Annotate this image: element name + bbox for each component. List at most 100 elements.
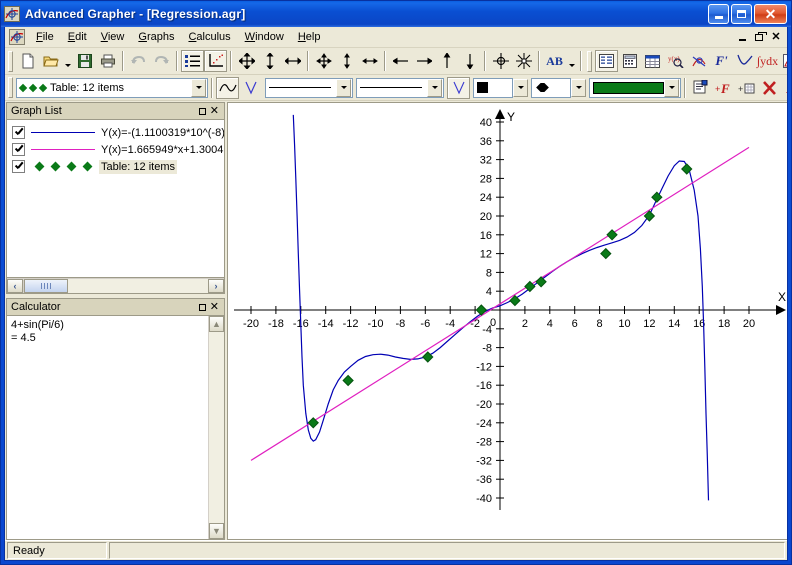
extrema-button[interactable] [733, 50, 756, 72]
graph-list-maximize-button[interactable] [199, 108, 206, 115]
mdi-restore-button[interactable] [751, 30, 767, 44]
marker-style-combo[interactable] [531, 78, 571, 98]
pan-button[interactable] [235, 50, 258, 72]
scroll-down-arrow[interactable]: ▼ [209, 523, 224, 539]
marker-shape-dropdown[interactable] [513, 79, 528, 97]
mdi-close-button[interactable]: ✕ [768, 30, 784, 44]
function-graph-button[interactable] [216, 77, 239, 99]
scroll-up-button[interactable] [435, 50, 458, 72]
calculator-vscrollbar[interactable]: ▲ ▼ [208, 316, 224, 539]
document-icon[interactable] [9, 29, 25, 45]
object-combo[interactable]: Table: 12 items [16, 78, 208, 98]
value-finder-button[interactable]: y(x) [664, 50, 687, 72]
new-document-button[interactable] [16, 50, 39, 72]
print-button[interactable] [96, 50, 119, 72]
scroll-left-button[interactable] [389, 50, 412, 72]
object-combo-dropdown[interactable] [191, 79, 206, 97]
graph-list-item-0[interactable]: Y(x)=-(1.1100319*10^(-8) [7, 124, 224, 141]
object-properties-button[interactable] [689, 77, 712, 99]
graph-list-checkbox-2[interactable] [12, 160, 25, 173]
toolbar-grip[interactable] [8, 51, 13, 72]
stretch-vertical-button[interactable] [258, 50, 281, 72]
toolbar-separator [307, 51, 309, 71]
close-button[interactable]: ✕ [754, 4, 787, 24]
menu-item-edit[interactable]: Edit [61, 29, 94, 46]
graph-list-hscrollbar[interactable]: ‹ › [6, 278, 225, 294]
integral-button[interactable]: ∫ydx [756, 50, 779, 72]
graph-list-body[interactable]: Y(x)=-(1.1100319*10^(-8) Y(x)=1.665949*x… [6, 119, 225, 278]
svg-text:4: 4 [486, 286, 492, 298]
main-body: Graph List ✕ Y(x)=-(1.1100319*10^(-8) [5, 101, 787, 540]
toolbar-grip-2[interactable] [587, 51, 592, 72]
minimize-button[interactable] [708, 4, 729, 24]
derivative-button[interactable]: F' [710, 50, 733, 72]
menu-item-file[interactable]: File [29, 29, 61, 46]
undo-button[interactable] [127, 50, 150, 72]
calculator-close-button[interactable]: ✕ [210, 303, 219, 312]
tangent-button[interactable] [239, 77, 262, 99]
text-label-dropdown-button[interactable] [566, 50, 577, 72]
graph-list-checkbox-0[interactable] [12, 126, 25, 139]
stretch-horizontal-button[interactable] [281, 50, 304, 72]
menu-item-calculus[interactable]: Calculus [181, 29, 237, 46]
svg-text:F: F [720, 81, 730, 95]
graph-list-button[interactable] [181, 50, 204, 72]
menu-item-window[interactable]: Window [238, 29, 291, 46]
calculator-button[interactable] [618, 50, 641, 72]
line-style-dropdown[interactable] [336, 79, 351, 97]
open-dropdown-button[interactable] [62, 50, 73, 72]
svg-text:12: 12 [643, 318, 655, 330]
properties-window-button[interactable] [595, 50, 618, 72]
menu-item-help[interactable]: Help [291, 29, 328, 46]
scroll-right-arrow[interactable]: › [208, 279, 224, 293]
shrink-horizontal-button[interactable] [358, 50, 381, 72]
calculator-maximize-button[interactable] [199, 304, 206, 311]
line-width-combo[interactable] [356, 78, 444, 98]
marker-style-value [532, 83, 570, 92]
main-toolbar: AB y(x) F' [5, 48, 787, 75]
marker-style-dropdown[interactable] [571, 79, 586, 97]
redo-button[interactable] [150, 50, 173, 72]
table-button[interactable] [204, 50, 227, 72]
color-combo-dropdown[interactable] [664, 79, 679, 97]
mdi-minimize-button[interactable] [734, 30, 750, 44]
calculator-body[interactable]: 4+sin(Pi/6) = 4.5 ▲ ▼ [6, 315, 225, 540]
scroll-down-button[interactable] [458, 50, 481, 72]
graph-list-item-1[interactable]: Y(x)=1.665949*x+1.3004 [7, 141, 224, 158]
color-combo-value [590, 82, 664, 94]
color-combo[interactable] [589, 78, 681, 98]
edit-function-button[interactable]: FF [781, 77, 787, 99]
intersection-button[interactable] [687, 50, 710, 72]
marker-shape-combo[interactable] [473, 78, 513, 98]
fit-all-button[interactable] [512, 50, 535, 72]
save-button[interactable] [73, 50, 96, 72]
svg-text:4: 4 [547, 318, 553, 330]
graph-list-item-2[interactable]: Table: 12 items [7, 158, 224, 175]
delete-graph-button[interactable] [758, 77, 781, 99]
line-width-dropdown[interactable] [427, 79, 442, 97]
zoom-in-button[interactable] [312, 50, 335, 72]
shrink-vertical-button[interactable] [335, 50, 358, 72]
scroll-right-button[interactable] [412, 50, 435, 72]
graph-list-checkbox-1[interactable] [12, 143, 25, 156]
menu-item-graphs[interactable]: Graphs [131, 29, 181, 46]
scroll-up-arrow[interactable]: ▲ [209, 316, 224, 332]
graph-list-close-button[interactable]: ✕ [210, 107, 219, 116]
data-table-button[interactable] [641, 50, 664, 72]
menu-item-view[interactable]: View [94, 29, 132, 46]
hscroll-track[interactable] [68, 279, 208, 293]
graph-canvas[interactable]: XY-20-18-16-14-12-10-8-6-4-2246810121416… [227, 102, 787, 540]
line-style-combo[interactable] [265, 78, 353, 98]
center-origin-button[interactable] [489, 50, 512, 72]
area-button[interactable] [779, 50, 787, 72]
open-document-button[interactable] [39, 50, 62, 72]
scroll-left-arrow[interactable]: ‹ [7, 279, 23, 293]
add-table-button[interactable]: + [735, 77, 758, 99]
chevron-down-icon [669, 86, 675, 89]
maximize-button[interactable] [731, 4, 752, 24]
text-label-button[interactable]: AB [543, 50, 566, 72]
line-type-button[interactable] [447, 77, 470, 99]
add-function-button[interactable]: +F [712, 77, 735, 99]
graph-toolbar-grip[interactable] [8, 77, 13, 98]
hscroll-thumb[interactable] [24, 279, 68, 293]
